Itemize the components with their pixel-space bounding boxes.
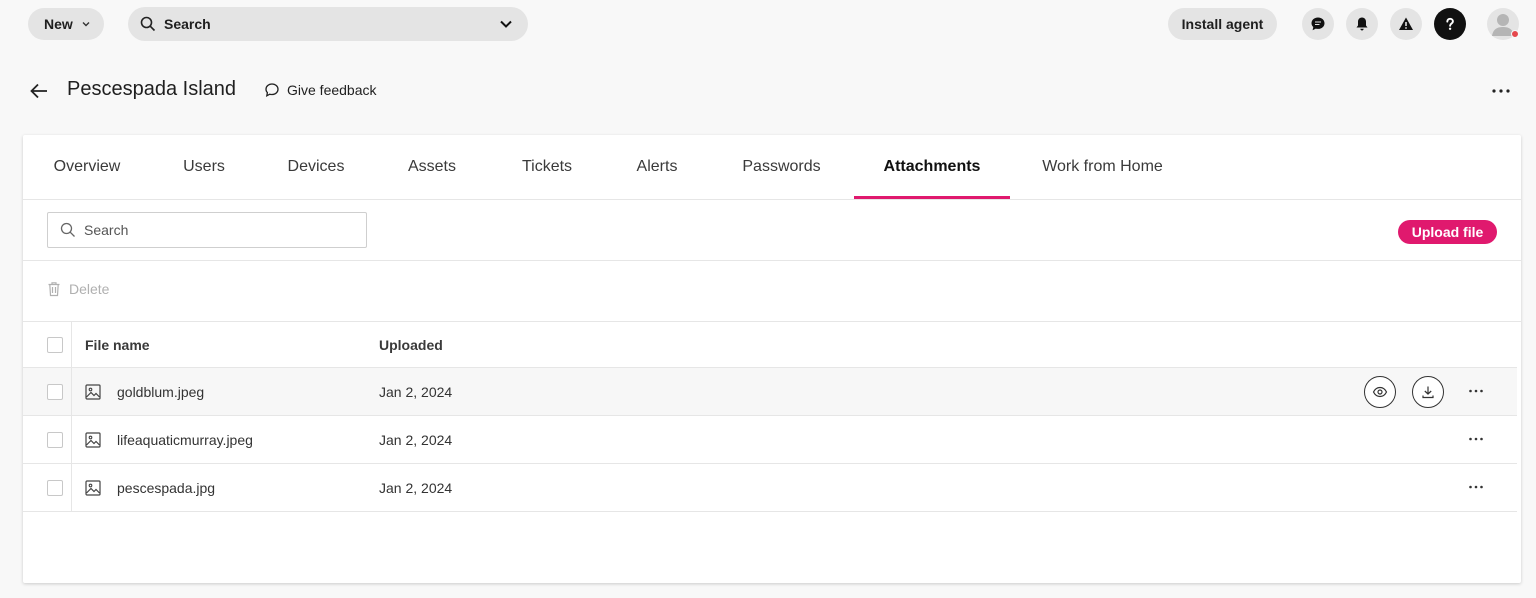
column-header-uploaded[interactable]: Uploaded bbox=[379, 337, 443, 353]
table-row[interactable]: pescespada.jpg Jan 2, 2024 bbox=[23, 464, 1517, 512]
chevron-down-icon[interactable] bbox=[498, 16, 514, 32]
more-options-icon bbox=[1469, 485, 1483, 489]
image-file-icon bbox=[85, 480, 101, 496]
file-name[interactable]: pescespada.jpg bbox=[117, 480, 215, 496]
preview-button[interactable] bbox=[1364, 376, 1396, 408]
row-checkbox[interactable] bbox=[47, 384, 63, 400]
chevron-down-icon bbox=[82, 22, 90, 27]
column-header-file-name[interactable]: File name bbox=[85, 337, 150, 353]
delete-label: Delete bbox=[69, 281, 110, 297]
give-feedback-label: Give feedback bbox=[287, 82, 377, 98]
give-feedback-link[interactable]: Give feedback bbox=[264, 82, 377, 98]
tab-work-from-home[interactable]: Work from Home bbox=[1010, 135, 1195, 199]
download-icon bbox=[1422, 386, 1434, 399]
tab-devices[interactable]: Devices bbox=[257, 135, 375, 199]
chat-button[interactable] bbox=[1302, 8, 1334, 40]
search-icon bbox=[60, 222, 75, 237]
select-all-checkbox[interactable] bbox=[47, 337, 63, 353]
install-agent-label: Install agent bbox=[1181, 16, 1264, 32]
divider bbox=[23, 260, 1521, 261]
row-checkbox[interactable] bbox=[47, 480, 63, 496]
table-header-row: File name Uploaded bbox=[23, 322, 1517, 368]
uploaded-date: Jan 2, 2024 bbox=[379, 384, 453, 400]
tab-tickets[interactable]: Tickets bbox=[489, 135, 605, 199]
table-row[interactable]: lifeaquaticmurray.jpeg Jan 2, 2024 bbox=[23, 416, 1517, 464]
upload-file-button[interactable]: Upload file bbox=[1398, 220, 1497, 244]
notification-dot bbox=[1511, 30, 1519, 38]
search-icon bbox=[140, 16, 156, 32]
new-button[interactable]: New bbox=[28, 8, 104, 40]
attachments-card: Overview Users Devices Assets Tickets Al… bbox=[23, 135, 1521, 583]
file-name[interactable]: lifeaquaticmurray.jpeg bbox=[117, 432, 253, 448]
warning-icon bbox=[1399, 17, 1413, 30]
new-label: New bbox=[44, 16, 73, 32]
eye-icon bbox=[1372, 386, 1388, 398]
table-row[interactable]: goldblum.jpeg Jan 2, 2024 bbox=[23, 368, 1517, 416]
row-more-button[interactable] bbox=[1467, 478, 1485, 496]
notifications-button[interactable] bbox=[1346, 8, 1378, 40]
download-button[interactable] bbox=[1412, 376, 1444, 408]
global-search-bar[interactable]: Search bbox=[128, 7, 528, 41]
global-search-label: Search bbox=[164, 16, 211, 32]
tab-passwords[interactable]: Passwords bbox=[709, 135, 854, 199]
image-file-icon bbox=[85, 432, 101, 448]
search-input[interactable] bbox=[84, 222, 344, 238]
install-agent-button[interactable]: Install agent bbox=[1168, 8, 1277, 40]
tab-bar: Overview Users Devices Assets Tickets Al… bbox=[23, 135, 1521, 200]
more-options-icon bbox=[1469, 437, 1483, 441]
more-options-icon[interactable] bbox=[1490, 82, 1512, 100]
back-arrow-icon[interactable] bbox=[28, 80, 50, 102]
chat-icon bbox=[1311, 17, 1325, 31]
tab-alerts[interactable]: Alerts bbox=[605, 135, 709, 199]
bell-icon bbox=[1356, 17, 1368, 31]
checkbox-cell bbox=[23, 416, 72, 463]
attachments-table: File name Uploaded goldblum.jpeg Jan 2, … bbox=[23, 322, 1517, 512]
uploaded-date: Jan 2, 2024 bbox=[379, 480, 453, 496]
help-button[interactable] bbox=[1434, 8, 1466, 40]
row-more-button[interactable] bbox=[1467, 430, 1485, 448]
more-options-icon bbox=[1469, 389, 1483, 393]
checkbox-cell bbox=[23, 464, 72, 511]
trash-icon bbox=[48, 282, 60, 297]
tab-assets[interactable]: Assets bbox=[375, 135, 489, 199]
row-more-button[interactable] bbox=[1467, 382, 1485, 400]
speech-bubble-icon bbox=[265, 83, 279, 98]
uploaded-date: Jan 2, 2024 bbox=[379, 432, 453, 448]
delete-button[interactable]: Delete bbox=[47, 281, 109, 297]
checkbox-cell bbox=[23, 322, 72, 367]
tab-overview[interactable]: Overview bbox=[23, 135, 151, 199]
avatar[interactable] bbox=[1487, 8, 1519, 40]
attachments-search bbox=[47, 212, 367, 248]
alerts-button[interactable] bbox=[1390, 8, 1422, 40]
image-file-icon bbox=[85, 384, 101, 400]
question-mark-icon bbox=[1446, 17, 1454, 30]
tab-attachments[interactable]: Attachments bbox=[854, 135, 1010, 199]
tab-users[interactable]: Users bbox=[151, 135, 257, 199]
checkbox-cell bbox=[23, 368, 72, 415]
page-title: Pescespada Island bbox=[67, 78, 237, 100]
row-checkbox[interactable] bbox=[47, 432, 63, 448]
file-name[interactable]: goldblum.jpeg bbox=[117, 384, 204, 400]
